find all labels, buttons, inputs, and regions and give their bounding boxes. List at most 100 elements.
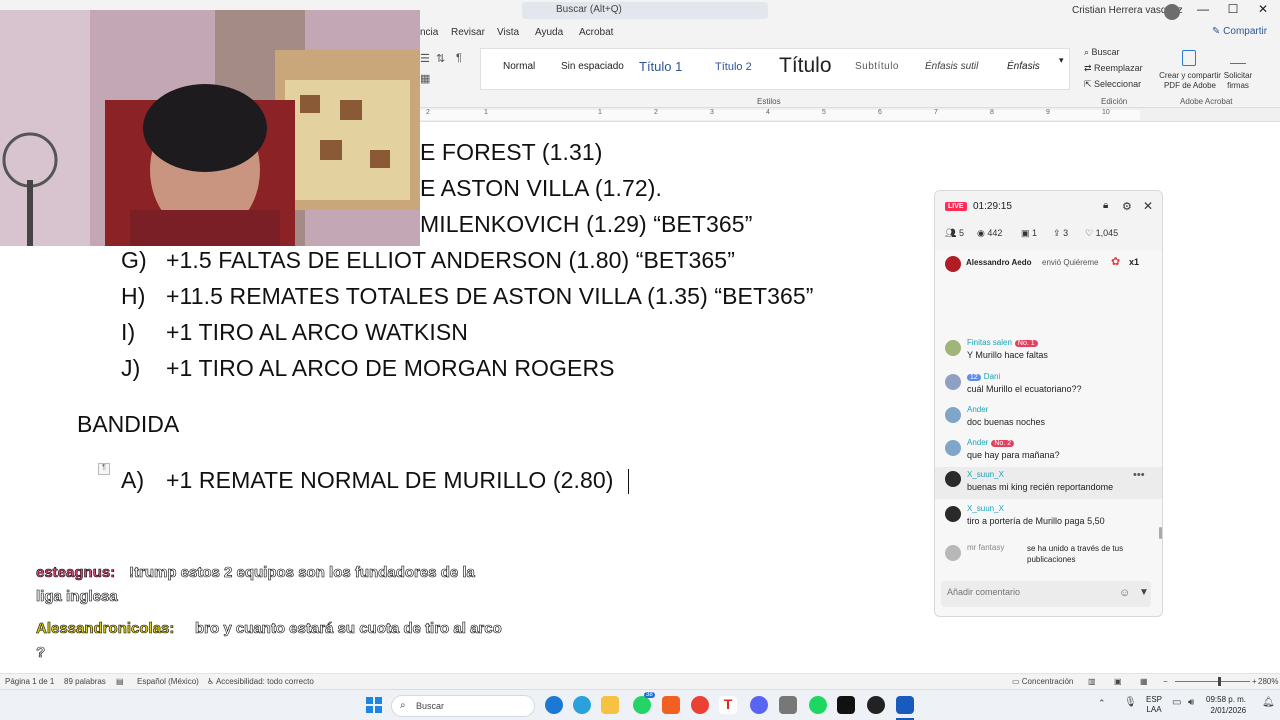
taskbar-search[interactable]: ⌕ Buscar (391, 695, 535, 717)
sort-icon[interactable]: ⇅ (436, 52, 445, 65)
minimize-icon[interactable]: — (1188, 2, 1218, 16)
windows-start-icon[interactable] (366, 697, 382, 713)
tab-ayuda[interactable]: Ayuda (535, 27, 563, 38)
list-letter: G) (121, 247, 147, 273)
zoom-slider[interactable] (1175, 681, 1250, 682)
spotify-icon[interactable] (809, 696, 827, 714)
close-icon[interactable]: ✕ (1248, 2, 1278, 16)
style-titulo-2[interactable]: Título 2 (715, 61, 752, 73)
comment-input[interactable] (947, 587, 1107, 597)
chat-message-highlighted[interactable]: X_suun_X buenas mi king recién reportand… (935, 467, 1162, 499)
join-user: mr fantasy (967, 543, 1005, 552)
list-letter: H) (121, 283, 146, 309)
acrobat-create-label[interactable]: Crear y compartir PDF de Adobe (1158, 71, 1222, 91)
network-icon[interactable]: ▭ (1172, 697, 1181, 708)
volume-icon[interactable]: 🔊︎ (1188, 697, 1194, 708)
taskbar: ⌕ Buscar 38 T ⌃ 🎙︎ ESP LAA ▭ 🔊︎ 09:58 p.… (0, 689, 1280, 720)
telegram-icon[interactable] (573, 696, 591, 714)
paragraph-icon[interactable]: ¶ (98, 463, 110, 475)
rose-gift-icon: ✿ (1111, 256, 1121, 268)
rank-badge: No. 1 (1014, 340, 1038, 347)
request-signatures-label[interactable]: Solicitar firmas (1222, 71, 1254, 91)
calculator-icon[interactable] (779, 696, 797, 714)
language-indicator[interactable]: ESP LAA (1146, 695, 1162, 715)
maximize-icon[interactable]: ☐ (1218, 2, 1248, 16)
chat-scrollbar[interactable] (1159, 527, 1162, 539)
request-signatures-icon[interactable] (1230, 50, 1246, 64)
page-count[interactable]: Página 1 de 1 (5, 677, 54, 686)
avatar (945, 340, 961, 356)
tab-acrobat[interactable]: Acrobat (579, 27, 613, 38)
chat-message[interactable]: Ander doc buenas noches (945, 405, 1155, 433)
filter-icon[interactable]: ▼ (1139, 587, 1149, 598)
tab-vista[interactable]: Vista (497, 27, 519, 38)
chat-message[interactable]: Ander No. 2 que hay para mañana? (945, 438, 1155, 466)
ruler-number: 5 (822, 109, 826, 116)
clock[interactable]: 09:58 p. m. 2/01/2026 (1206, 694, 1246, 716)
whatsapp-icon[interactable] (633, 696, 651, 714)
select-command[interactable]: ⇱ Seleccionar (1084, 79, 1141, 90)
focus-mode[interactable]: ▭ Concentración (1012, 677, 1073, 686)
ruler-number: 7 (934, 109, 938, 116)
zoom-in-icon[interactable]: + (1252, 677, 1257, 686)
list-letter: A) (121, 467, 145, 493)
find-command[interactable]: ⌕ Buscar (1084, 47, 1120, 58)
word-count[interactable]: 89 palabras (64, 677, 106, 686)
style-subtitulo[interactable]: Subtítulo (855, 61, 899, 72)
style-enfasis[interactable]: Énfasis (1007, 61, 1040, 72)
obs-icon[interactable] (867, 696, 885, 714)
list-letter: I) (121, 319, 136, 345)
accessibility-status[interactable]: ♿︎ Accesibilidad: todo correcto (207, 677, 314, 686)
file-explorer-icon[interactable] (601, 696, 619, 714)
print-layout-icon[interactable]: ▣ (1114, 677, 1122, 686)
chat-text: que hay para mañana? (967, 450, 1060, 460)
live-badge: LIVE (945, 202, 967, 211)
settings-icon[interactable]: ⚙︎ (1122, 200, 1132, 213)
zoom-out-icon[interactable]: − (1163, 677, 1168, 686)
lock-icon[interactable]: 🔒︎ (1103, 200, 1108, 211)
avatar (945, 506, 961, 522)
chat-message[interactable]: Finitas salen No. 1 Y Murillo hace faltas (945, 338, 1155, 366)
chevron-up-icon[interactable]: ⌃ (1098, 698, 1106, 709)
style-enfasis-sutil[interactable]: Énfasis sutil (925, 61, 978, 72)
tab-revisar[interactable]: Revisar (451, 27, 485, 38)
screen: Buscar (Alt+Q) Cristian Herrera vasquez … (0, 0, 1280, 720)
user-avatar[interactable] (1164, 4, 1180, 20)
pilcrow-icon[interactable]: ¶ (456, 52, 462, 64)
read-mode-icon[interactable]: ▥ (1088, 677, 1096, 686)
chevron-down-icon[interactable]: ▾ (1059, 55, 1064, 66)
proofing-icon[interactable]: ▤ (116, 677, 124, 686)
style-titulo-1[interactable]: Título 1 (639, 59, 682, 74)
close-panel-icon[interactable]: ✕ (1143, 199, 1153, 213)
acrobat-pdf-icon[interactable] (1182, 50, 1196, 66)
discord-icon[interactable] (750, 696, 768, 714)
avatar (945, 407, 961, 423)
chat-message[interactable]: 12 Dani cuál Murillo el ecuatoriano?? (945, 372, 1155, 400)
chat-message[interactable]: X_suun_X tiro a portería de Murillo paga… (945, 504, 1155, 532)
replace-command[interactable]: ⇄ Reemplazar (1084, 63, 1143, 74)
microphone-icon[interactable]: 🎙︎ (1124, 697, 1137, 708)
share-button[interactable]: ✎ Compartir (1212, 26, 1267, 37)
chrome-icon[interactable] (691, 696, 709, 714)
border-icon[interactable]: ▦ (420, 72, 430, 85)
style-normal[interactable]: Normal (503, 61, 535, 72)
language-status[interactable]: Español (México) (137, 677, 199, 686)
edge-icon[interactable] (545, 696, 563, 714)
word-search-box[interactable]: Buscar (Alt+Q) (522, 2, 768, 19)
typing-app-icon[interactable]: T (719, 696, 737, 714)
notification-icon[interactable]: 🔔︎ (1262, 697, 1275, 708)
ruler-number: 8 (990, 109, 994, 116)
web-layout-icon[interactable]: ▦ (1140, 677, 1148, 686)
tab-referencias[interactable]: ncia (420, 27, 438, 38)
style-titulo[interactable]: Título (779, 54, 832, 78)
edit-group-label: Edición (1101, 97, 1128, 106)
emoji-icon[interactable]: ☺ (1119, 587, 1130, 599)
list-icon[interactable]: ☰ (420, 52, 430, 65)
zoom-level[interactable]: 280% (1258, 677, 1278, 686)
more-options-icon[interactable]: ••• (1133, 469, 1145, 481)
brave-icon[interactable] (662, 696, 680, 714)
style-sin-espaciado[interactable]: Sin espaciado (561, 61, 624, 72)
word-icon[interactable] (896, 696, 914, 714)
tiktok-icon[interactable] (837, 696, 855, 714)
zoom-thumb[interactable] (1218, 677, 1221, 686)
